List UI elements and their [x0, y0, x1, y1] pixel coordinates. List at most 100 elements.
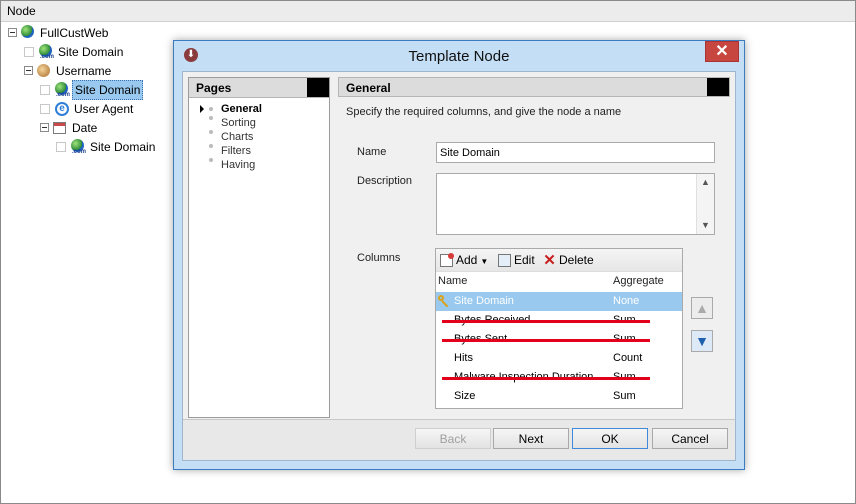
- columns-toolbar: Add ▼ Edit ✕ Delete: [436, 249, 682, 272]
- dialog-button-bar: Back Next OK Cancel: [183, 419, 735, 460]
- page-item-having[interactable]: Having: [221, 158, 255, 172]
- column-row-hits[interactable]: Hits Count: [436, 349, 682, 368]
- dialog-title: Template Node: [408, 48, 510, 65]
- general-header-label: General: [346, 81, 391, 95]
- column-row-malware-inspection-duration[interactable]: Malware Inspection Duration Sum: [436, 368, 682, 387]
- page-bullet-icon: [209, 116, 213, 120]
- arrow-up-icon: ▲: [695, 300, 709, 316]
- tree-column-header[interactable]: Node: [1, 1, 855, 22]
- collapse-icon[interactable]: [40, 123, 49, 133]
- arrow-down-icon: ▼: [695, 333, 709, 349]
- tree-node-label: Site Domain: [58, 44, 124, 59]
- tree-node-label: Site Domain: [72, 80, 144, 100]
- scroll-down-icon[interactable]: ▼: [697, 217, 714, 234]
- edit-label: Edit: [514, 253, 535, 267]
- key-icon: [438, 295, 450, 307]
- cancel-button[interactable]: Cancel: [652, 428, 728, 449]
- globe-icon: [20, 24, 36, 41]
- column-aggregate: Count: [613, 352, 643, 364]
- site-domain-icon: .com: [54, 82, 70, 98]
- strikethrough-mark: [442, 377, 650, 380]
- description-label: Description: [357, 175, 413, 187]
- columns-list: Add ▼ Edit ✕ Delete Name Aggregate Site Do…: [435, 248, 683, 409]
- strikethrough-mark: [442, 320, 650, 323]
- tree-node-label: Site Domain: [90, 139, 156, 154]
- current-page-arrow-icon: [200, 105, 204, 113]
- site-domain-icon: .com: [38, 43, 54, 60]
- node-checkbox[interactable]: [24, 46, 34, 57]
- header-black-box: [707, 78, 729, 96]
- page-bullet-icon: [209, 107, 213, 111]
- columns-header-row: Name Aggregate: [436, 273, 682, 291]
- description-scrollbar[interactable]: ▲ ▼: [696, 174, 714, 234]
- delete-label: Delete: [559, 253, 594, 267]
- page-item-filters[interactable]: Filters: [221, 144, 251, 158]
- strikethrough-mark: [442, 339, 650, 342]
- delete-column-button[interactable]: ✕ Delete: [543, 252, 594, 270]
- add-column-button[interactable]: Add ▼: [440, 252, 488, 268]
- column-name: Hits: [454, 352, 473, 364]
- column-row-bytes-received[interactable]: Bytes Received Sum: [436, 311, 682, 330]
- pages-panel: Pages General Sorting Charts Filters Hav…: [188, 77, 330, 418]
- page-bullet-icon: [209, 144, 213, 148]
- collapse-icon[interactable]: [8, 28, 17, 38]
- page-item-sorting[interactable]: Sorting: [221, 116, 256, 130]
- page-bullet-icon: [209, 158, 213, 162]
- header-black-box: [307, 78, 329, 97]
- move-up-button[interactable]: ▲: [691, 297, 713, 319]
- node-checkbox[interactable]: [40, 103, 50, 114]
- general-section-header: General: [338, 77, 730, 97]
- column-row-site-domain[interactable]: Site Domain None: [436, 292, 682, 311]
- tree-node-date-site-domain[interactable]: .com Site Domain: [56, 137, 157, 155]
- pages-panel-header: Pages: [189, 78, 329, 98]
- edit-column-button[interactable]: Edit: [498, 252, 535, 268]
- scroll-up-icon[interactable]: ▲: [697, 174, 714, 191]
- name-label: Name: [357, 146, 387, 158]
- browser-icon: e: [54, 101, 70, 117]
- tree-node-label: Date: [72, 120, 98, 135]
- dialog-titlebar[interactable]: ⬇ Template Node ✕: [174, 41, 744, 71]
- column-name: Site Domain: [454, 295, 514, 307]
- tree-node-user-agent[interactable]: e User Agent: [40, 99, 135, 117]
- edit-icon: [498, 254, 511, 268]
- page-bullet-icon: [209, 130, 213, 134]
- tree-node-label: Username: [56, 63, 112, 78]
- template-node-dialog: ⬇ Template Node ✕ Pages General Sorting …: [173, 40, 745, 470]
- instruction-text: Specify the required columns, and give t…: [346, 106, 622, 118]
- aggregate-column-header[interactable]: Aggregate: [613, 275, 664, 287]
- description-textarea[interactable]: ▲ ▼: [436, 173, 715, 235]
- tree-node-fullcustweb[interactable]: FullCustWeb: [8, 23, 110, 41]
- back-button[interactable]: Back: [415, 428, 491, 449]
- ok-button[interactable]: OK: [572, 428, 648, 449]
- collapse-icon[interactable]: [24, 66, 33, 76]
- delete-x-icon: ✕: [543, 252, 556, 270]
- calendar-icon: [52, 120, 68, 136]
- site-domain-icon: .com: [70, 138, 86, 155]
- add-label: Add: [456, 253, 478, 267]
- tree-node-site-domain-selected[interactable]: .com Site Domain: [40, 80, 144, 100]
- column-row-size[interactable]: Size Sum: [436, 387, 682, 406]
- tree-node-label: User Agent: [74, 101, 134, 116]
- column-row-bytes-sent[interactable]: Bytes Sent Sum: [436, 330, 682, 349]
- name-column-header[interactable]: Name: [438, 275, 467, 287]
- columns-label: Columns: [357, 252, 401, 264]
- node-checkbox[interactable]: [40, 85, 50, 95]
- node-checkbox[interactable]: [56, 141, 66, 152]
- tree-node-username[interactable]: Username: [24, 61, 113, 79]
- tree-node-label: FullCustWeb: [40, 25, 109, 40]
- user-icon: [36, 63, 52, 79]
- column-aggregate: None: [613, 295, 640, 307]
- next-button[interactable]: Next: [493, 428, 569, 449]
- tree-node-date[interactable]: Date: [40, 118, 99, 136]
- pages-header-label: Pages: [196, 81, 232, 95]
- tree-node-site-domain[interactable]: .com Site Domain: [24, 42, 125, 60]
- move-down-button[interactable]: ▼: [691, 330, 713, 352]
- name-input[interactable]: [436, 142, 715, 163]
- add-icon: [440, 253, 454, 268]
- page-item-general[interactable]: General: [221, 102, 262, 116]
- column-aggregate: Sum: [613, 390, 636, 402]
- close-button[interactable]: ✕: [705, 41, 739, 62]
- page-item-charts[interactable]: Charts: [221, 130, 253, 144]
- chevron-down-icon: ▼: [480, 257, 489, 266]
- dialog-client-area: Pages General Sorting Charts Filters Hav…: [182, 71, 736, 461]
